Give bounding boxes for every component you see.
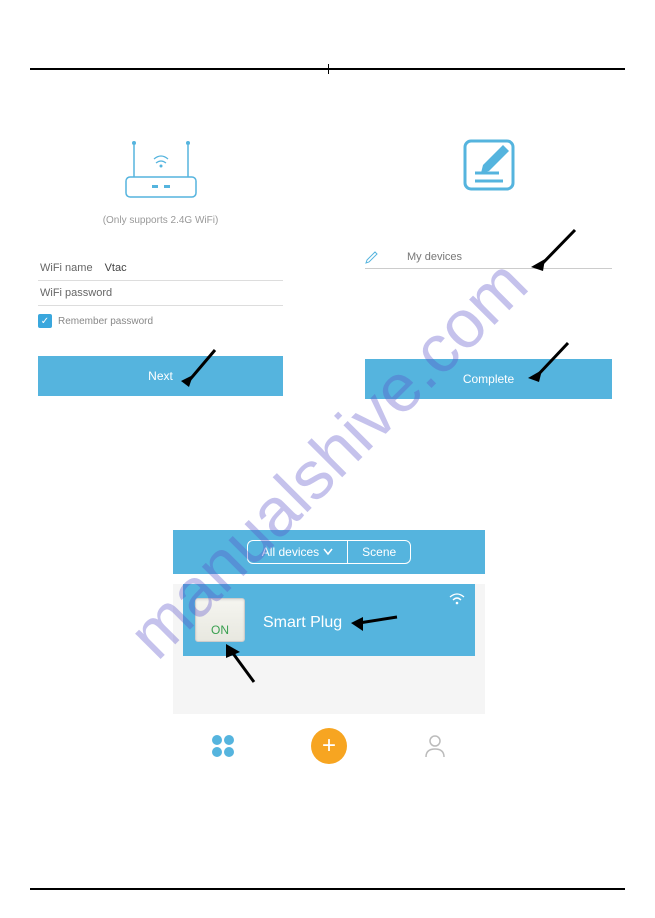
page-top-rule: [30, 68, 625, 70]
device-name-value: My devices: [407, 251, 462, 263]
device-name-panel: My devices Complete: [365, 135, 612, 399]
device-list-header: All devices Scene: [173, 530, 485, 574]
tab-all-label: All devices: [262, 545, 319, 559]
edit-document-icon: [459, 135, 519, 195]
remember-label: Remember password: [58, 316, 153, 327]
pencil-icon: [365, 250, 379, 264]
next-button[interactable]: Next: [38, 356, 283, 396]
tab-group: All devices Scene: [247, 540, 411, 564]
device-list-body: ON Smart Plug: [173, 584, 485, 714]
wifi-name-label: WiFi name: [40, 262, 93, 274]
device-switch-on[interactable]: ON: [195, 598, 245, 642]
router-icon: [116, 135, 206, 205]
remember-row[interactable]: ✓ Remember password: [38, 314, 283, 328]
page-bottom-rule: [30, 888, 625, 890]
wifi-icon: [449, 592, 465, 608]
device-list-panel: All devices Scene ON Smart Plug +: [173, 530, 485, 772]
nav-add-button[interactable]: +: [311, 728, 347, 764]
nav-home-icon[interactable]: [210, 733, 236, 759]
tab-scene[interactable]: Scene: [348, 541, 410, 563]
device-name-label: Smart Plug: [263, 614, 342, 632]
chevron-down-icon: [323, 548, 333, 556]
wifi-name-value: Vtac: [105, 262, 281, 274]
wifi-password-row[interactable]: WiFi password: [38, 281, 283, 306]
complete-button[interactable]: Complete: [365, 359, 612, 399]
wifi-setup-panel: (Only supports 2.4G WiFi) WiFi name Vtac…: [38, 135, 283, 396]
device-name-input-row[interactable]: My devices: [365, 250, 612, 269]
wifi-name-row[interactable]: WiFi name Vtac: [38, 256, 283, 281]
device-card[interactable]: ON Smart Plug: [183, 584, 475, 656]
tab-all-devices[interactable]: All devices: [248, 541, 347, 563]
wifi-password-label: WiFi password: [40, 287, 112, 299]
remember-checkbox[interactable]: ✓: [38, 314, 52, 328]
nav-profile-icon[interactable]: [422, 733, 448, 759]
wifi-hint: (Only supports 2.4G WiFi): [38, 215, 283, 226]
bottom-nav: +: [173, 714, 485, 772]
